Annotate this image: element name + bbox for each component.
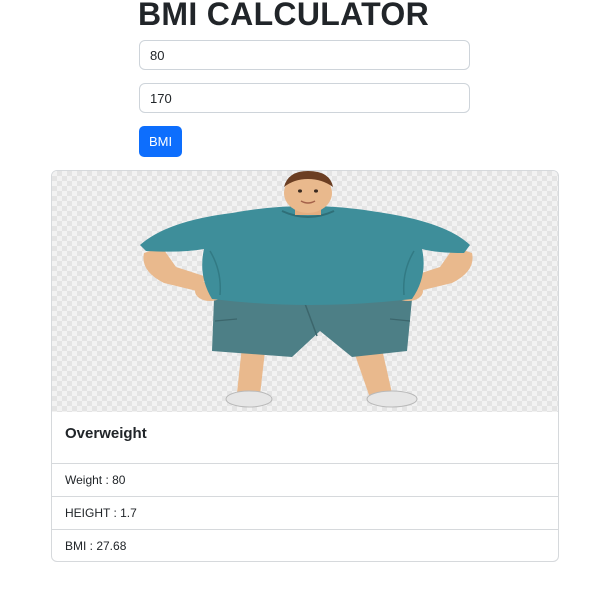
height-result: HEIGHT : 1.7 <box>52 496 558 529</box>
weight-result: Weight : 80 <box>52 463 558 496</box>
bmi-category-label: Overweight <box>65 425 147 442</box>
page-title: BMI CALCULATOR <box>138 0 429 32</box>
result-details-list: Weight : 80 HEIGHT : 1.7 BMI : 27.68 <box>52 463 558 561</box>
overweight-person-icon <box>140 171 473 408</box>
weight-input[interactable] <box>139 40 470 70</box>
result-image <box>52 171 558 412</box>
bmi-button[interactable]: BMI <box>139 126 182 157</box>
height-input[interactable] <box>139 83 470 113</box>
result-card: Overweight Weight : 80 HEIGHT : 1.7 BMI … <box>51 170 559 562</box>
bmi-result: BMI : 27.68 <box>52 529 558 561</box>
bmi-calculator-page: BMI CALCULATOR BMI <box>0 0 592 607</box>
